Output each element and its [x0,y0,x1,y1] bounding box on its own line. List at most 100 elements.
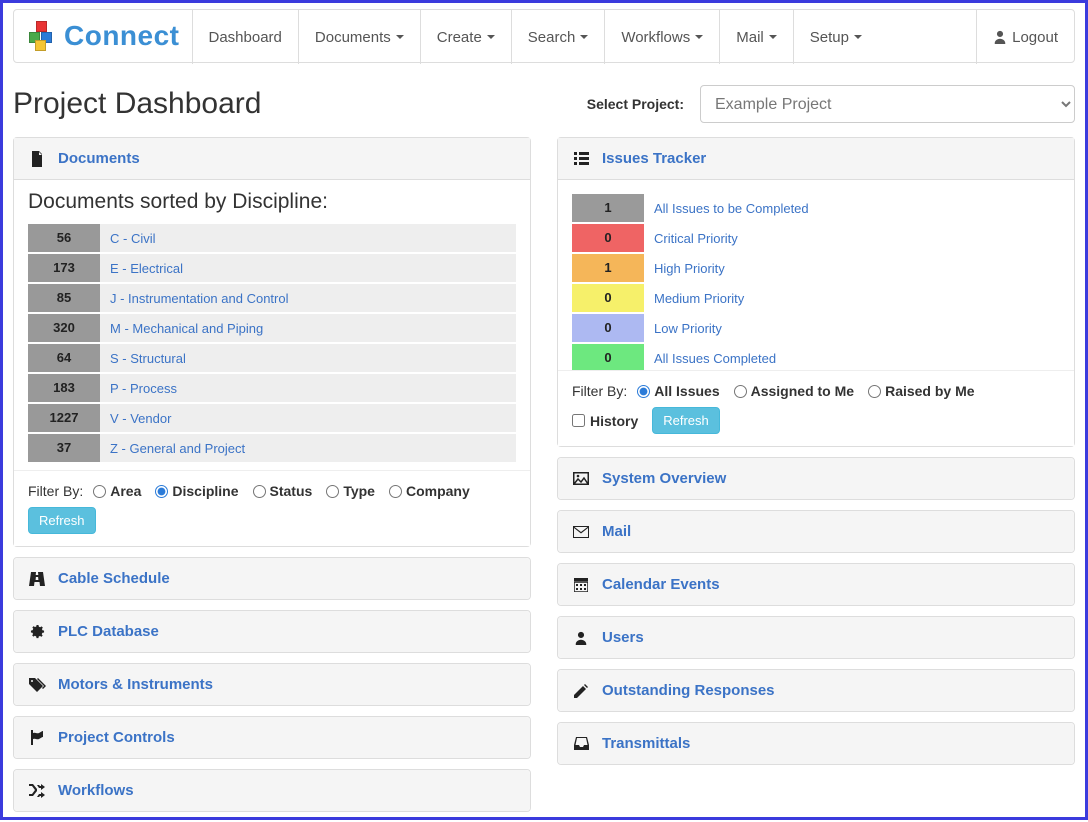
document-count: 64 [28,344,100,372]
issue-label: Medium Priority [644,284,1060,312]
document-row: 64 S - Structural [28,344,516,372]
user-icon [993,30,1007,44]
issues-filter-label: Filter By: [572,383,627,399]
nav-logout[interactable]: Logout [976,10,1074,64]
issues-list[interactable]: 1All Issues to be Completed0Critical Pri… [558,180,1074,370]
document-count: 37 [28,434,100,462]
calendar-icon [572,578,590,592]
issues-panel-title[interactable]: Issues Tracker [602,150,706,167]
filter-raised-by-me[interactable]: Raised by Me [868,383,974,399]
outstanding-responses-link[interactable]: Outstanding Responses [602,682,775,699]
logo-icon [26,21,56,51]
caret-icon [580,35,588,39]
document-label: Z - General and Project [100,434,516,462]
document-link[interactable]: V - Vendor [110,411,171,426]
filter-company[interactable]: Company [389,483,470,499]
issue-count: 0 [572,314,644,342]
cable-schedule-link[interactable]: Cable Schedule [58,570,170,587]
issues-refresh-button[interactable]: Refresh [652,407,720,434]
issue-link[interactable]: All Issues to be Completed [654,201,809,216]
documents-panel: Documents Documents sorted by Discipline… [13,137,531,547]
project-controls-link[interactable]: Project Controls [58,729,175,746]
document-link[interactable]: M - Mechanical and Piping [110,321,263,336]
issue-link[interactable]: High Priority [654,261,725,276]
filter-assigned-to-me[interactable]: Assigned to Me [734,383,854,399]
caret-icon [487,35,495,39]
document-label: E - Electrical [100,254,516,282]
nav-search[interactable]: Search [511,10,605,64]
document-link[interactable]: Z - General and Project [110,441,245,456]
issue-row: 1All Issues to be Completed [572,194,1060,222]
nav-dashboard[interactable]: Dashboard [192,10,298,64]
filter-type[interactable]: Type [326,483,375,499]
documents-list[interactable]: Documents sorted by Discipline: 56C - Ci… [14,180,530,470]
documents-panel-heading: Documents [14,138,530,180]
filter-area[interactable]: Area [93,483,141,499]
document-link[interactable]: E - Electrical [110,261,183,276]
flag-icon [28,730,46,745]
system-overview-link[interactable]: System Overview [602,470,726,487]
document-row: 37 Z - General and Project [28,434,516,462]
documents-panel-title[interactable]: Documents [58,150,140,167]
document-link[interactable]: C - Civil [110,231,156,246]
issue-label: High Priority [644,254,1060,282]
motors-instruments-link[interactable]: Motors & Instruments [58,676,213,693]
document-link[interactable]: J - Instrumentation and Control [110,291,288,306]
documents-refresh-button[interactable]: Refresh [28,507,96,534]
filter-all-issues[interactable]: All Issues [637,383,719,399]
document-link[interactable]: P - Process [110,381,177,396]
caret-icon [695,35,703,39]
select-project-label: Select Project: [587,96,684,112]
calendar-events-link[interactable]: Calendar Events [602,576,720,593]
document-count: 320 [28,314,100,342]
pencil-icon [572,684,590,698]
document-row: 183P - Process [28,374,516,402]
brand[interactable]: Connect [14,10,192,62]
file-icon [28,151,46,167]
top-navbar: Connect Dashboard Documents Create Searc… [13,9,1075,63]
documents-filter-row: Filter By: Area Discipline Status Type C… [28,483,516,499]
mail-link[interactable]: Mail [602,523,631,540]
issue-label: Low Priority [644,314,1060,342]
road-icon [28,572,46,586]
brand-text: Connect [64,20,180,52]
issues-panel: Issues Tracker 1All Issues to be Complet… [557,137,1075,447]
issue-count: 0 [572,224,644,252]
nav-mail[interactable]: Mail [719,10,793,64]
document-label: C - Civil [100,224,516,252]
document-label: P - Process [100,374,516,402]
caret-icon [769,35,777,39]
nav-setup[interactable]: Setup [793,10,878,64]
issue-label: Critical Priority [644,224,1060,252]
transmittals-link[interactable]: Transmittals [602,735,690,752]
document-row: 1227V - Vendor [28,404,516,432]
issue-row: 0 Medium Priority [572,284,1060,312]
nav-documents[interactable]: Documents [298,10,420,64]
issue-count: 0 [572,284,644,312]
issue-link[interactable]: Critical Priority [654,231,738,246]
history-checkbox[interactable]: History [572,413,638,429]
document-count: 85 [28,284,100,312]
users-link[interactable]: Users [602,629,644,646]
issue-link[interactable]: Medium Priority [654,291,744,306]
issue-link[interactable]: All Issues Completed [654,351,776,366]
inbox-icon [572,737,590,750]
document-link[interactable]: S - Structural [110,351,186,366]
filter-by-label: Filter By: [28,483,83,499]
issue-count: 0 [572,344,644,370]
filter-discipline[interactable]: Discipline [155,483,238,499]
document-count: 56 [28,224,100,252]
nav-create[interactable]: Create [420,10,511,64]
filter-status[interactable]: Status [253,483,313,499]
issue-link[interactable]: Low Priority [654,321,722,336]
nav-workflows[interactable]: Workflows [604,10,719,64]
document-row: 56 C - Civil [28,224,516,252]
plc-database-link[interactable]: PLC Database [58,623,159,640]
workflows-link[interactable]: Workflows [58,782,134,799]
document-row: 320 M - Mechanical and Piping [28,314,516,342]
issue-label: All Issues to be Completed [644,194,1060,222]
envelope-icon [572,526,590,538]
issue-count: 1 [572,254,644,282]
project-select[interactable]: Example Project [700,85,1075,123]
issue-row: 1 High Priority [572,254,1060,282]
